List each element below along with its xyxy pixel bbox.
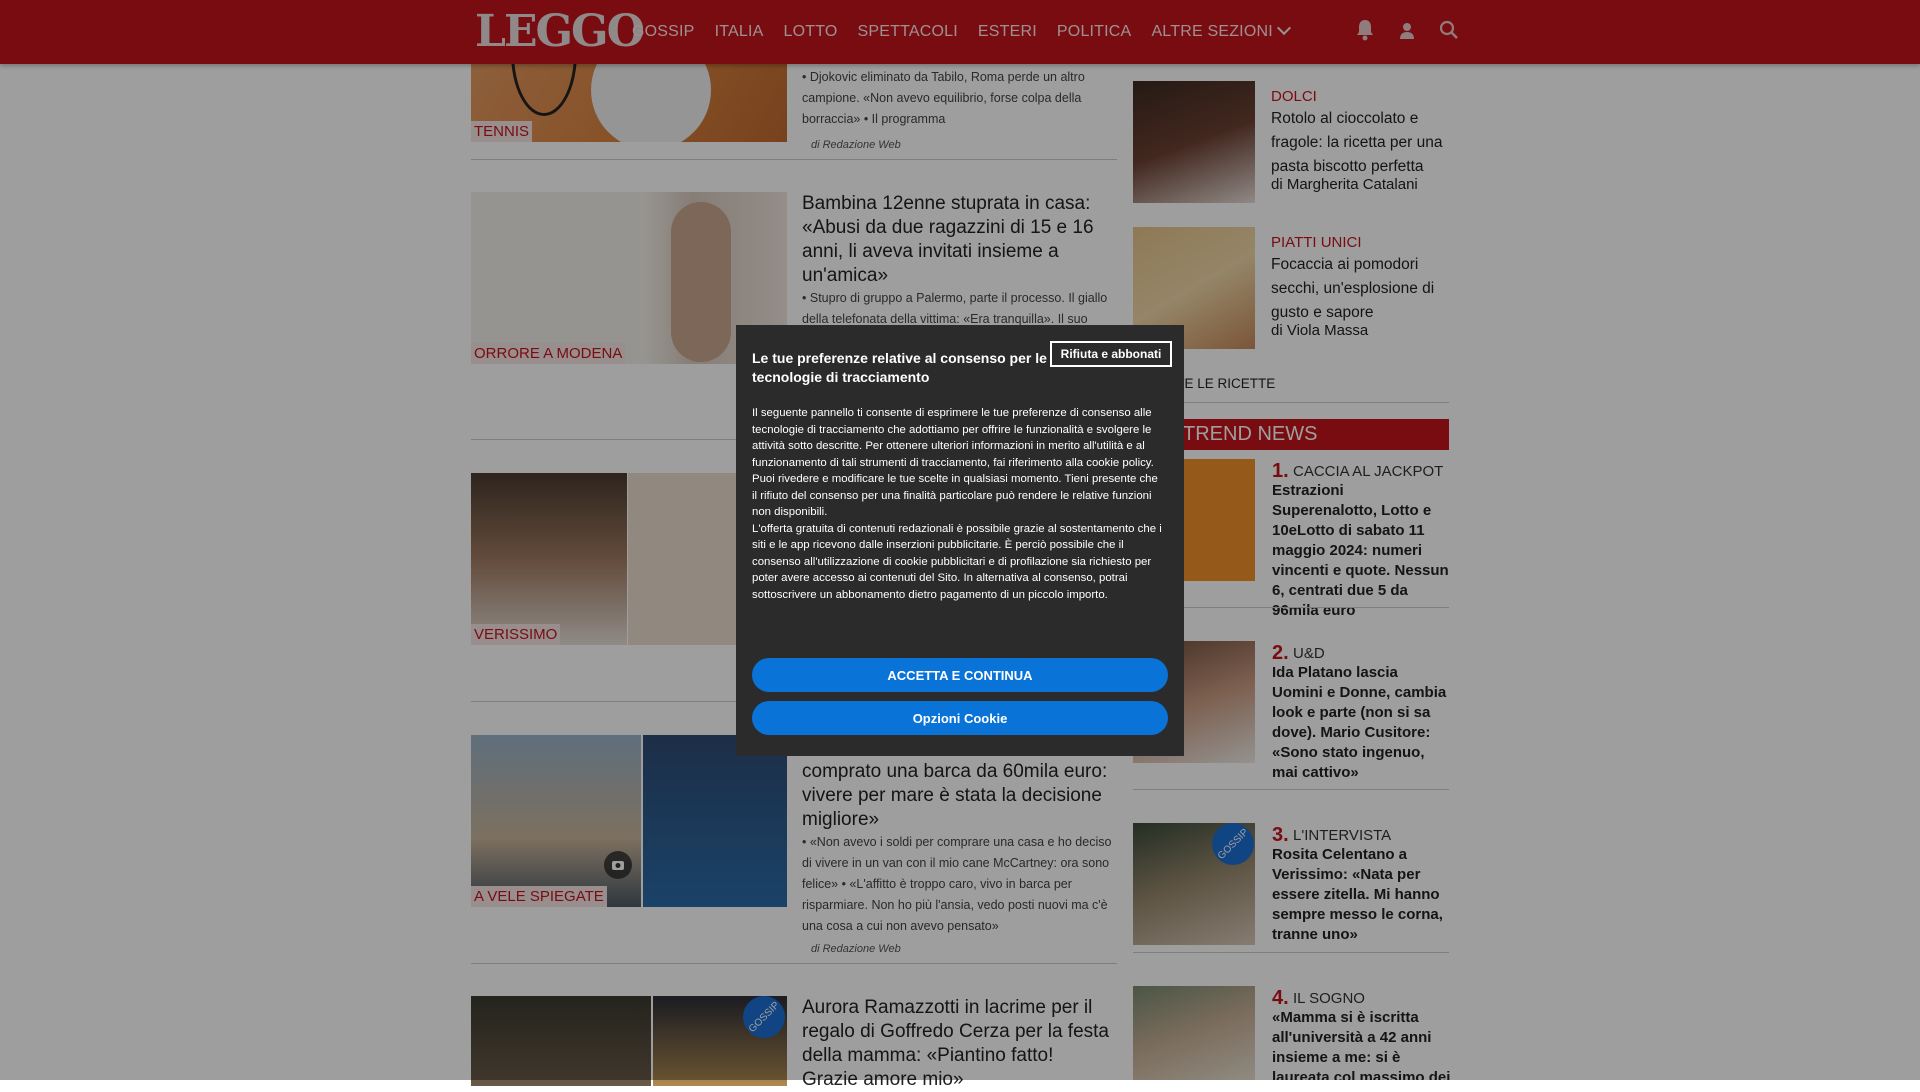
reject-subscribe-button[interactable]: Rifiuta e abbonati (1050, 341, 1172, 367)
cookie-options-button[interactable]: Opzioni Cookie (752, 701, 1168, 735)
consent-title: Le tue preferenze relative al consenso p… (752, 350, 1047, 385)
accept-continue-button[interactable]: ACCETTA E CONTINUA (752, 658, 1168, 692)
consent-paragraph: L'offerta gratuita di contenuti redazion… (752, 522, 1162, 601)
cookie-consent-dialog: Le tue preferenze relative al consenso p… (736, 325, 1184, 756)
consent-body: Il seguente pannello ti consente di espr… (752, 405, 1166, 603)
consent-paragraph: Il seguente pannello ti consente di espr… (752, 407, 1158, 518)
